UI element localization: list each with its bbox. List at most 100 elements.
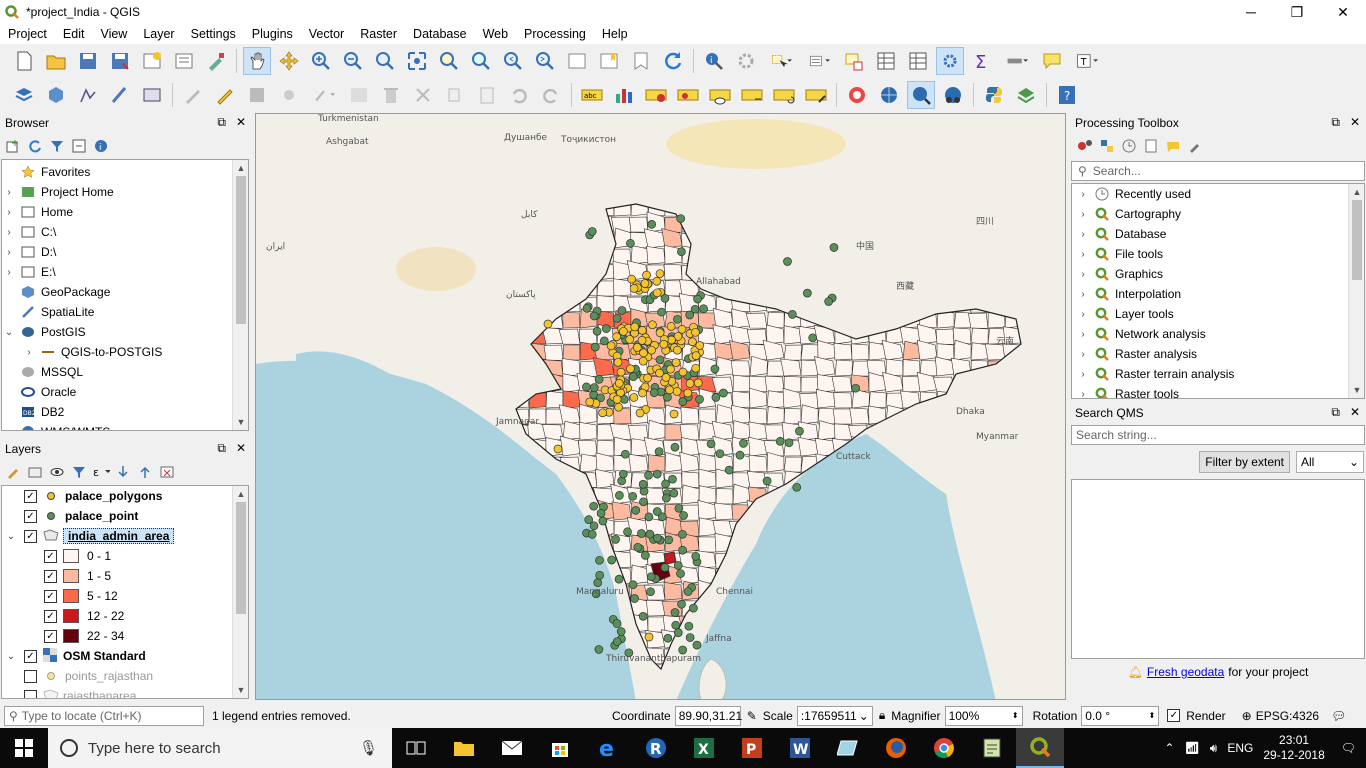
new-bookmark-icon[interactable] (595, 47, 623, 75)
help-icon[interactable]: ? (1053, 81, 1081, 109)
tablet-app-icon[interactable] (824, 728, 872, 768)
firefox-icon[interactable] (872, 728, 920, 768)
mail-icon[interactable] (488, 728, 536, 768)
processing-scrollbar[interactable]: ▲ ▼ (1348, 184, 1364, 398)
expand-arrow-icon[interactable]: › (2, 227, 16, 238)
menu-help[interactable]: Help (594, 27, 636, 41)
processing-provider-item[interactable]: › File tools (1072, 244, 1364, 264)
collapse-all-icon[interactable] (136, 463, 154, 481)
current-edits-icon[interactable] (179, 81, 207, 109)
expand-arrow-icon[interactable]: › (1076, 209, 1090, 220)
layers-scrollbar[interactable]: ▲ ▼ (232, 486, 248, 698)
processing-provider-item[interactable]: › Network analysis (1072, 324, 1364, 344)
browser-item[interactable]: › Home (2, 202, 248, 222)
store-icon[interactable] (536, 728, 584, 768)
qms-search-input[interactable]: Search string... (1071, 425, 1365, 445)
edge-browser-icon[interactable]: e (584, 728, 632, 768)
plugin-layers-icon[interactable] (1012, 81, 1040, 109)
layer-visibility-checkbox[interactable]: ✓ (24, 529, 37, 543)
python-console-icon[interactable] (980, 81, 1008, 109)
scripts-icon[interactable] (1098, 137, 1116, 155)
toggle-extent-icon[interactable]: ✎ (747, 709, 757, 723)
expand-arrow-icon[interactable]: › (1076, 349, 1090, 360)
menu-raster[interactable]: Raster (352, 27, 405, 41)
legend-class-item[interactable]: ✓ 1 - 5 (2, 566, 248, 586)
processing-provider-item[interactable]: › Database (1072, 224, 1364, 244)
add-feature-icon[interactable] (275, 81, 303, 109)
properties-icon[interactable]: i (92, 137, 110, 155)
expand-all-icon[interactable] (114, 463, 132, 481)
models-icon[interactable] (1076, 137, 1094, 155)
expand-arrow-icon[interactable]: › (2, 267, 16, 278)
processing-provider-item[interactable]: › Recently used (1072, 184, 1364, 204)
browser-item[interactable]: SpatiaLite (2, 302, 248, 322)
layer-visibility-checkbox[interactable]: ✓ (44, 589, 57, 603)
zoom-in-icon[interactable] (307, 47, 335, 75)
layer-visibility-checkbox[interactable]: ✓ (24, 509, 37, 523)
browser-item[interactable]: › Project Home (2, 182, 248, 202)
coordinate-field[interactable]: 89.90,31.21 (674, 705, 742, 726)
notifications-icon[interactable]: 🗨︎ (1341, 741, 1356, 755)
new-map-view-icon[interactable] (563, 47, 591, 75)
volume-icon[interactable]: 🔊︎ (1210, 741, 1218, 756)
file-explorer-icon[interactable] (440, 728, 488, 768)
processing-provider-item[interactable]: › Layer tools (1072, 304, 1364, 324)
close-panel-icon[interactable]: ✕ (1350, 115, 1360, 130)
expand-arrow-icon[interactable]: › (1076, 329, 1090, 340)
quickmapservices-icon[interactable] (875, 81, 903, 109)
expand-arrow-icon[interactable]: › (2, 207, 16, 218)
results-viewer-icon[interactable] (1142, 137, 1160, 155)
r-app-icon[interactable]: R (632, 728, 680, 768)
zoom-last-icon[interactable] (499, 47, 527, 75)
pan-map-icon[interactable] (243, 47, 271, 75)
expand-arrow-icon[interactable]: › (22, 347, 36, 358)
open-project-icon[interactable] (42, 47, 70, 75)
new-virtual-layer-icon[interactable] (138, 81, 166, 109)
openlayers-plugin-icon[interactable] (843, 81, 871, 109)
menu-project[interactable]: Project (0, 27, 55, 41)
menu-database[interactable]: Database (405, 27, 475, 41)
close-button[interactable]: ✕ (1320, 0, 1366, 24)
run-feature-action-icon[interactable] (732, 47, 760, 75)
float-panel-icon[interactable]: ⧉ (1331, 405, 1340, 420)
refresh-icon[interactable] (659, 47, 687, 75)
expand-arrow-icon[interactable]: › (1076, 249, 1090, 260)
zoom-out-icon[interactable] (339, 47, 367, 75)
move-label-icon[interactable] (738, 81, 766, 109)
expand-arrow-icon[interactable]: › (1076, 269, 1090, 280)
diagram-properties-icon[interactable] (610, 81, 638, 109)
options-icon[interactable] (1186, 137, 1204, 155)
menu-processing[interactable]: Processing (516, 27, 594, 41)
notepad-icon[interactable] (968, 728, 1016, 768)
browser-item[interactable]: Oracle (2, 382, 248, 402)
toggle-editing-icon[interactable] (211, 81, 239, 109)
history-icon[interactable] (1120, 137, 1138, 155)
menu-edit[interactable]: Edit (55, 27, 93, 41)
float-panel-icon[interactable]: ⧉ (217, 115, 226, 130)
browser-item[interactable]: DB2 DB2 (2, 402, 248, 422)
cut-features-icon[interactable] (409, 81, 437, 109)
data-source-manager-icon[interactable] (10, 81, 38, 109)
browser-item[interactable]: › QGIS-to-POSTGIS (2, 342, 248, 362)
processing-provider-item[interactable]: › Raster analysis (1072, 344, 1364, 364)
browser-item[interactable]: GeoPackage (2, 282, 248, 302)
select-by-value-icon[interactable] (802, 47, 836, 75)
close-panel-icon[interactable]: ✕ (1350, 405, 1360, 420)
processing-search-input[interactable]: ⚲ Search... (1071, 161, 1365, 181)
taskbar-search-box[interactable]: Type here to search 🎙︎ (48, 728, 392, 768)
filter-by-extent-button[interactable]: Filter by extent (1199, 451, 1290, 473)
layer-visibility-checkbox[interactable]: ✓ (24, 649, 37, 663)
search-qms-icon[interactable] (907, 81, 935, 109)
undo-icon[interactable] (505, 81, 533, 109)
layer-visibility-checkbox[interactable]: ✓ (44, 609, 57, 623)
locator-input[interactable]: ⚲ Type to locate (Ctrl+K) (4, 705, 204, 726)
layer-visibility-checkbox[interactable]: ✓ (44, 549, 57, 563)
maximize-button[interactable]: ❐ (1274, 0, 1320, 24)
layer-item[interactable]: ✓ palace_point (2, 506, 248, 526)
style-manager-icon[interactable] (202, 47, 230, 75)
browser-item[interactable]: › E:\ (2, 262, 248, 282)
label-toolbar-icon[interactable]: abc (578, 81, 606, 109)
menu-settings[interactable]: Settings (183, 27, 244, 41)
show-bookmarks-icon[interactable] (627, 47, 655, 75)
filter-by-expression-icon[interactable]: ε (92, 463, 110, 481)
